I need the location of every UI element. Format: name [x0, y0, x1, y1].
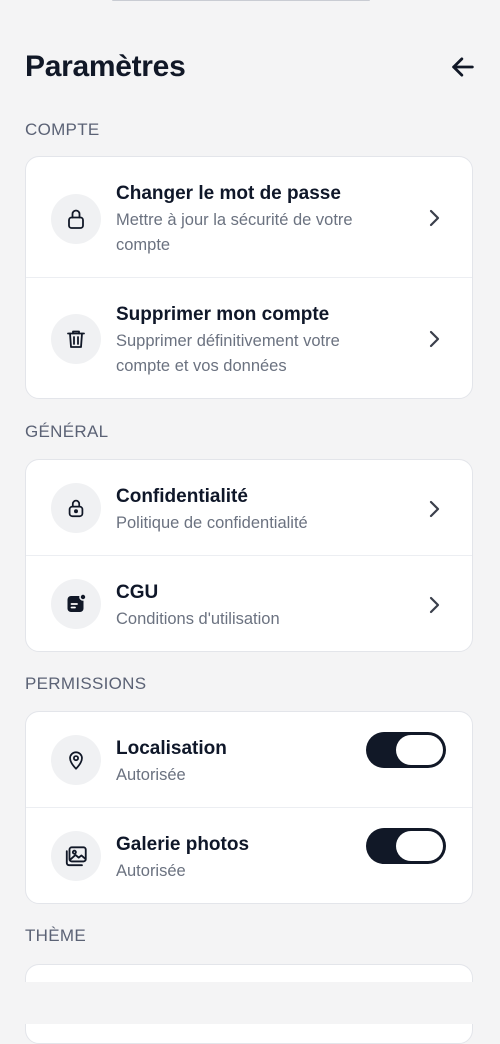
section-label-theme: THÈME: [25, 926, 86, 945]
row-subtitle: Autorisée: [116, 862, 186, 880]
row-title: Supprimer mon compte: [116, 304, 330, 325]
row-subtitle: Autorisée: [116, 766, 186, 784]
row-delete-account[interactable]: Supprimer mon compte Supprimer définitiv…: [26, 278, 472, 398]
map-pin-icon: [69, 751, 83, 770]
row-text: Supprimer mon compte Supprimer définitiv…: [116, 303, 392, 379]
row-title: Changer le mot de passe: [116, 183, 341, 204]
card-permissions: Localisation Autorisée Galerie photos Au…: [25, 711, 473, 904]
icon-circle: [51, 579, 101, 629]
lock-icon: [68, 499, 84, 518]
row-title: Galerie photos: [116, 834, 250, 855]
bottom-fade: [0, 982, 500, 1024]
section-label-compte: COMPTE: [25, 120, 100, 139]
row-privacy[interactable]: Confidentialité Politique de confidentia…: [26, 460, 472, 556]
toggle-knob: [396, 735, 443, 765]
photo-gallery-toggle[interactable]: [366, 828, 446, 864]
toggle-knob: [396, 831, 443, 861]
chevron-right-icon: [424, 595, 444, 615]
card-general: Confidentialité Politique de confidentia…: [25, 459, 473, 652]
card-compte: Changer le mot de passe Mettre à jour la…: [25, 156, 473, 399]
row-subtitle: Conditions d'utilisation: [116, 610, 280, 628]
icon-circle: [51, 831, 101, 881]
icon-circle: [51, 735, 101, 785]
row-subtitle: Mettre à jour la sécurité de votre compt…: [116, 211, 353, 254]
location-toggle[interactable]: [366, 732, 446, 768]
trash-icon: [67, 330, 85, 348]
row-text: Changer le mot de passe Mettre à jour la…: [116, 182, 392, 258]
section-label-permissions: PERMISSIONS: [25, 674, 147, 693]
section-label-general: GÉNÉRAL: [25, 422, 109, 441]
row-change-password[interactable]: Changer le mot de passe Mettre à jour la…: [26, 157, 472, 278]
icon-circle: [51, 314, 101, 364]
page-title: Paramètres: [25, 50, 186, 83]
row-photo-gallery: Galerie photos Autorisée: [26, 808, 472, 903]
arrow-left-icon: [452, 57, 474, 77]
row-terms[interactable]: CGU Conditions d'utilisation: [26, 556, 472, 651]
chevron-right-icon: [424, 208, 444, 228]
row-subtitle: Politique de confidentialité: [116, 514, 308, 532]
photo-gallery-icon: [65, 846, 87, 867]
row-subtitle: Supprimer définitivement votre compte et…: [116, 332, 340, 375]
row-text: Galerie photos Autorisée: [116, 833, 392, 884]
document-badge-icon: [67, 593, 87, 612]
chevron-right-icon: [424, 329, 444, 349]
icon-circle: [51, 483, 101, 533]
sheet-handle[interactable]: [112, 0, 370, 1]
row-text: Localisation Autorisée: [116, 737, 392, 788]
row-title: Localisation: [116, 738, 227, 759]
header: Paramètres: [25, 46, 475, 88]
back-button[interactable]: [443, 47, 483, 87]
row-text: Confidentialité Politique de confidentia…: [116, 485, 392, 536]
row-location: Localisation Autorisée: [26, 712, 472, 808]
icon-circle: [51, 194, 101, 244]
row-title: CGU: [116, 582, 159, 603]
row-text: CGU Conditions d'utilisation: [116, 581, 392, 632]
chevron-right-icon: [424, 499, 444, 519]
lock-icon: [68, 209, 84, 229]
row-title: Confidentialité: [116, 486, 248, 507]
